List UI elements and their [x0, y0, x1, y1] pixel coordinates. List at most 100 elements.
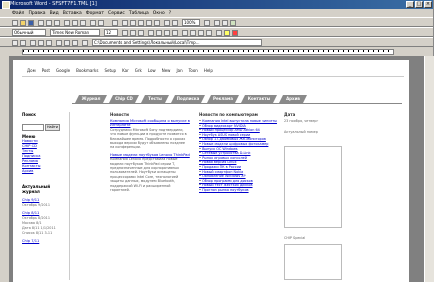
open-folder-icon[interactable] — [20, 20, 26, 26]
issue-link[interactable]: Chip 7/11 — [22, 239, 69, 244]
numbering-icon[interactable] — [182, 30, 188, 36]
menu-file[interactable]: Файл — [12, 11, 24, 16]
refresh-icon[interactable] — [38, 40, 44, 46]
menu-window[interactable]: Окно — [153, 11, 165, 16]
news-item[interactable]: Компания Intel выпустила новые чипсеты — [199, 119, 277, 124]
menu-insert[interactable]: Вставка — [63, 11, 82, 16]
highlight-icon[interactable] — [224, 30, 230, 36]
close-button[interactable]: × — [424, 1, 432, 8]
new-document-icon[interactable] — [12, 20, 18, 26]
save-icon[interactable] — [28, 20, 34, 26]
web-tools-icon[interactable] — [230, 20, 236, 26]
site-link[interactable]: Jan — [176, 68, 182, 74]
site-link[interactable]: Kar — [122, 68, 129, 74]
menu-format[interactable]: Формат — [86, 11, 104, 16]
site-link[interactable]: Help — [204, 68, 213, 74]
header-divider — [22, 76, 404, 77]
issue-cover-box[interactable] — [284, 146, 342, 228]
nav-tab[interactable]: Chip CD — [109, 95, 139, 103]
site-link[interactable]: Grk — [135, 68, 142, 74]
favorites-icon[interactable] — [64, 40, 70, 46]
maximize-button[interactable]: □ — [415, 1, 423, 8]
insert-table-icon[interactable] — [130, 20, 136, 26]
site-link[interactable]: Low — [148, 68, 156, 74]
menu-edit[interactable]: Правка — [28, 11, 45, 16]
box-title: CHIP Special — [284, 236, 306, 240]
document-map-icon[interactable] — [164, 20, 170, 26]
copy-icon[interactable] — [72, 20, 78, 26]
menu-view[interactable]: Вид — [50, 11, 59, 16]
style-select[interactable]: Обычный — [12, 29, 46, 36]
search-web-icon[interactable] — [56, 40, 62, 46]
nav-underline — [72, 103, 402, 104]
site-link[interactable]: Google — [56, 68, 70, 74]
nav-tab[interactable]: Журнал — [75, 95, 107, 103]
vertical-ruler[interactable] — [0, 56, 10, 282]
site-link[interactable]: Дом — [27, 68, 36, 74]
news-item[interactable]: Новые модели цифровых фотокамер — [199, 142, 275, 147]
show-only-web-toolbar-icon[interactable] — [82, 40, 88, 46]
search-input[interactable] — [22, 124, 44, 131]
show-hide-icon[interactable] — [172, 20, 178, 26]
borders-icon[interactable] — [216, 30, 222, 36]
bullets-icon[interactable] — [190, 30, 196, 36]
search-button[interactable]: Найти — [45, 124, 60, 131]
cut-icon[interactable] — [64, 20, 70, 26]
nav-tab[interactable]: Архив — [279, 95, 307, 103]
home-icon[interactable] — [46, 40, 52, 46]
standard-toolbar: 100% — [0, 17, 433, 27]
news-item[interactable]: Прогноз рынка ноутбуков — [199, 188, 275, 193]
hyperlink-icon[interactable] — [112, 20, 118, 26]
align-right-icon[interactable] — [164, 30, 170, 36]
drawing-icon[interactable] — [154, 20, 160, 26]
tables-borders-icon[interactable] — [122, 20, 128, 26]
site-link[interactable]: Toon — [189, 68, 198, 74]
insert-excel-icon[interactable] — [138, 20, 144, 26]
spelling-icon[interactable] — [54, 20, 60, 26]
increase-indent-icon[interactable] — [206, 30, 212, 36]
zoom-select[interactable]: 100% — [182, 19, 200, 26]
address-field[interactable]: C:\Documents and Settings\Локальный\Loca… — [92, 39, 262, 46]
print-icon[interactable] — [38, 20, 44, 26]
align-center-icon[interactable] — [156, 30, 162, 36]
justify-icon[interactable] — [172, 30, 178, 36]
site-link[interactable]: Bookmarks — [76, 68, 98, 74]
font-select[interactable]: Times New Roman — [50, 29, 100, 36]
site-link[interactable]: Post — [42, 68, 50, 74]
help-icon[interactable] — [204, 20, 210, 26]
horizontal-ruler[interactable] — [0, 47, 433, 56]
nav-tab[interactable]: Подписка — [171, 95, 205, 103]
decrease-indent-icon[interactable] — [198, 30, 204, 36]
menu-table[interactable]: Таблица — [129, 11, 149, 16]
format-painter-icon[interactable] — [222, 20, 228, 26]
redo-icon[interactable] — [98, 20, 104, 26]
special-box[interactable] — [284, 244, 342, 280]
nav-tab[interactable]: Контакты — [241, 95, 277, 103]
back-icon[interactable] — [12, 40, 18, 46]
menu-help[interactable]: ? — [169, 11, 171, 16]
paste-icon[interactable] — [80, 20, 86, 26]
site-link[interactable]: Setup — [104, 68, 116, 74]
align-left-icon[interactable] — [148, 30, 154, 36]
underline-icon[interactable] — [138, 30, 144, 36]
go-icon[interactable] — [72, 40, 78, 46]
font-color-icon[interactable] — [232, 30, 238, 36]
forward-icon[interactable] — [20, 40, 26, 46]
preview-icon[interactable] — [46, 20, 52, 26]
vertical-scrollbar[interactable] — [424, 56, 434, 282]
nav-tab[interactable]: Тесты — [141, 95, 169, 103]
bold-icon[interactable] — [122, 30, 128, 36]
italic-icon[interactable] — [130, 30, 136, 36]
columns-icon[interactable] — [146, 20, 152, 26]
menu-bar: Файл Правка Вид Вставка Формат Сервис Та… — [0, 9, 445, 17]
article-headline[interactable]: Компания Microsoft сообщила о выпуске в … — [110, 119, 190, 128]
stop-icon[interactable] — [30, 40, 36, 46]
site-link[interactable]: New — [162, 68, 171, 74]
font-size-select[interactable]: 12 — [104, 29, 118, 36]
sidebar-link[interactable]: Архив — [22, 169, 41, 174]
undo-icon[interactable] — [90, 20, 96, 26]
nav-tab[interactable]: Реклама — [207, 95, 239, 103]
menu-tools[interactable]: Сервис — [108, 11, 125, 16]
read-icon[interactable] — [214, 20, 220, 26]
minimize-button[interactable]: _ — [406, 1, 414, 8]
